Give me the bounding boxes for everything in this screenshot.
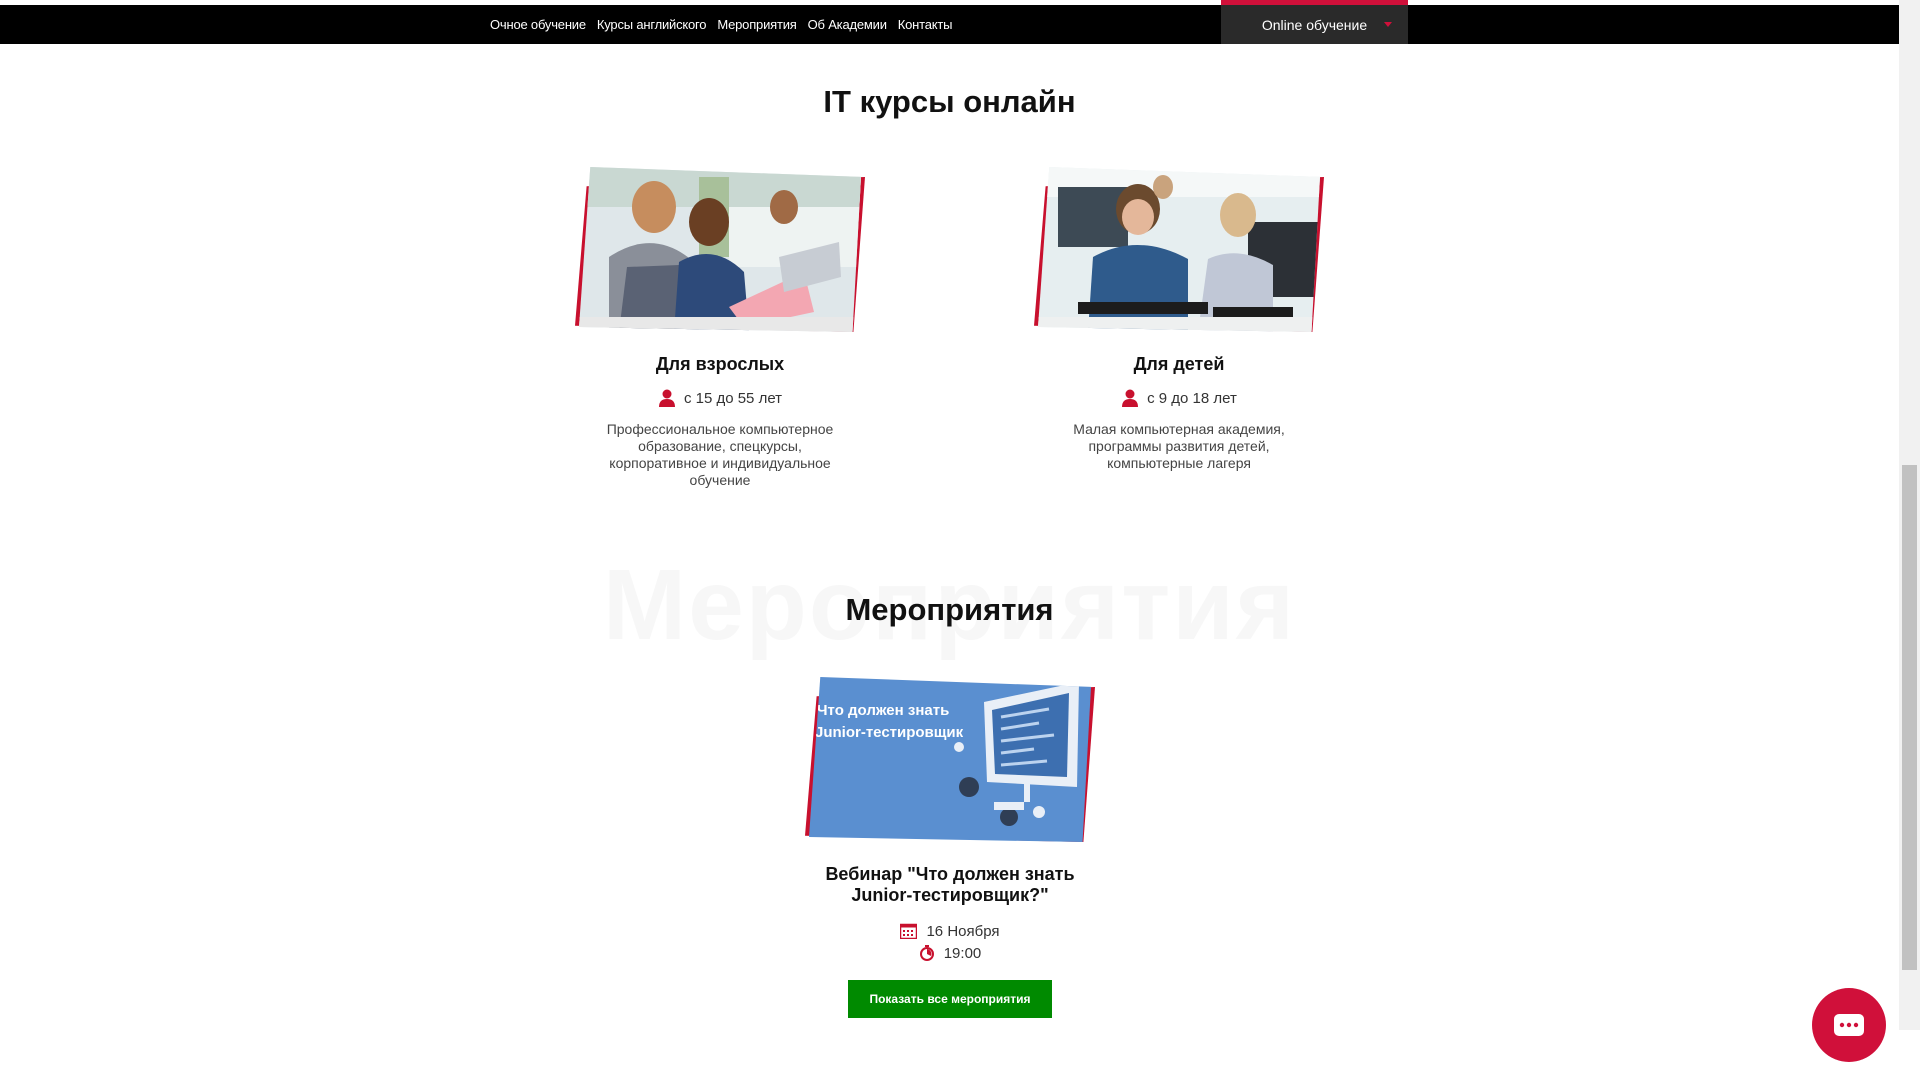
- course-card-kids[interactable]: Для детей с 9 до 18 лет Малая компьютерн…: [1029, 167, 1329, 472]
- event-meta: 16 Ноября 19:00: [800, 920, 1100, 964]
- event-card[interactable]: Что должен знать Junior-тестировщик Веби…: [800, 677, 1100, 1018]
- timer-icon: [919, 945, 934, 961]
- event-image: Что должен знать Junior-тестировщик: [805, 677, 1095, 842]
- nav-link-ochnoe[interactable]: Очное обучение: [490, 17, 586, 32]
- event-date: 16 Ноября: [926, 922, 1000, 940]
- chat-bubble-icon: [1834, 1014, 1864, 1036]
- kids-age-range: с 9 до 18 лет: [1147, 389, 1237, 407]
- event-banner-text-line1: Что должен знать: [817, 702, 949, 719]
- adults-image: [575, 167, 865, 332]
- kids-description: Малая компьютерная академия, программы р…: [1073, 421, 1285, 471]
- nav-link-english[interactable]: Курсы английского: [597, 17, 707, 32]
- kids-image: [1034, 167, 1324, 332]
- top-navigation: Очное обучение Курсы английского Меропри…: [0, 5, 1899, 44]
- person-icon: [658, 389, 675, 407]
- person-icon: [1122, 389, 1139, 407]
- kids-age-row: с 9 до 18 лет: [1029, 389, 1329, 407]
- adults-description: Профессиональное компьютерное образовани…: [606, 421, 834, 488]
- adults-age-row: с 15 до 55 лет: [570, 389, 870, 407]
- event-time-row: 19:00: [800, 942, 1100, 964]
- kids-card-title: Для детей: [1133, 354, 1225, 374]
- online-learning-dropdown[interactable]: Online обучение: [1221, 5, 1408, 44]
- online-learning-label: Online обучение: [1261, 16, 1368, 33]
- event-title[interactable]: Вебинар "Что должен знать Junior-тестиро…: [800, 864, 1100, 906]
- chat-widget-button[interactable]: [1812, 988, 1886, 1062]
- event-banner: Что должен знать Junior-тестировщик: [809, 677, 1091, 842]
- nav-link-events[interactable]: Мероприятия: [717, 17, 796, 32]
- page-scrollbar[interactable]: [1899, 0, 1920, 1030]
- calendar-icon: [900, 923, 918, 939]
- nav-link-about[interactable]: Об Академии: [808, 17, 887, 32]
- kids-photo: [1038, 167, 1320, 332]
- events-heading: Мероприятия: [845, 592, 1054, 627]
- event-banner-text-line2: Junior-тестировщик: [815, 724, 964, 741]
- adults-photo: [579, 167, 861, 332]
- nav-link-contacts[interactable]: Контакты: [898, 17, 953, 32]
- adults-card-title: Для взрослых: [655, 354, 785, 374]
- it-courses-heading: IT курсы онлайн: [823, 84, 1076, 119]
- scrollbar-thumb[interactable]: [1902, 465, 1917, 970]
- event-date-row: 16 Ноября: [800, 920, 1100, 942]
- nav-links: Очное обучение Курсы английского Меропри…: [490, 5, 963, 44]
- adults-age-range: с 15 до 55 лет: [683, 389, 783, 407]
- caret-down-icon: [1384, 22, 1392, 27]
- event-time: 19:00: [943, 944, 982, 962]
- course-card-adults[interactable]: Для взрослых с 15 до 55 лет Профессионал…: [570, 167, 870, 489]
- show-all-events-button[interactable]: Показать все мероприятия: [848, 980, 1052, 1018]
